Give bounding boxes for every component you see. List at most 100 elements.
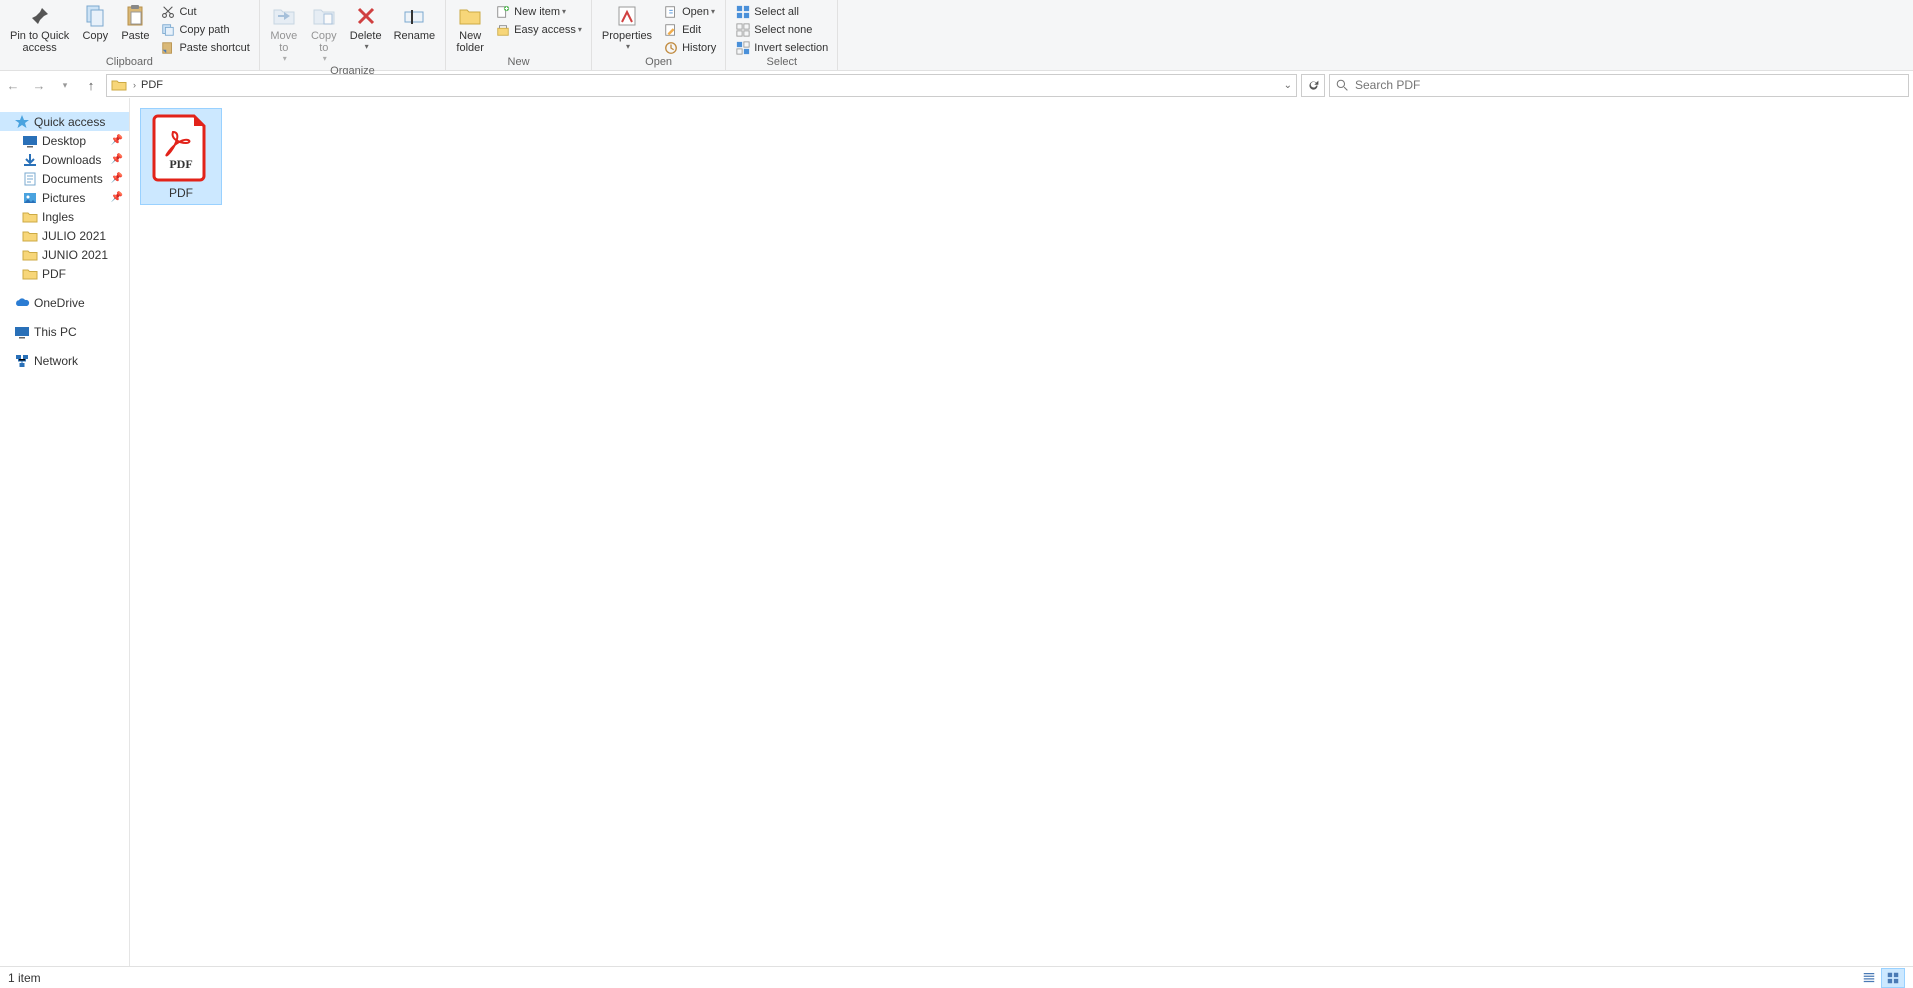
pin-icon: 📌 (111, 192, 123, 203)
chevron-down-icon: ▾ (283, 54, 287, 63)
scissors-icon (160, 4, 176, 20)
details-view-icon (1862, 971, 1876, 985)
folder-icon (22, 266, 38, 282)
properties-button[interactable]: Properties ▾ (596, 2, 658, 53)
address-row: ← → ▾ ↑ › PDF ⌄ (0, 72, 1913, 98)
pin-icon (28, 4, 52, 28)
quick-access-icon (14, 114, 30, 130)
pdf-file-icon: PDF (151, 113, 211, 183)
select-none-button[interactable]: Select none (730, 21, 833, 38)
large-icons-view-icon (1886, 971, 1900, 985)
ribbon-group-open: Properties ▾ Open ▾ Edit History Op (592, 0, 726, 70)
search-icon (1336, 79, 1349, 92)
view-large-icons-button[interactable] (1881, 968, 1905, 988)
sidebar-item-pictures[interactable]: Pictures 📌 (0, 188, 129, 207)
new-item-button[interactable]: New item ▾ (490, 3, 587, 20)
file-list[interactable]: PDF PDF (130, 98, 1913, 966)
sidebar-item-onedrive[interactable]: OneDrive (0, 293, 129, 312)
sidebar-item-junio[interactable]: JUNIO 2021 (0, 245, 129, 264)
move-to-button[interactable]: Moveto ▾ (264, 2, 304, 65)
main-area: Quick access Desktop 📌 Downloads 📌 Docum… (0, 98, 1913, 966)
sidebar-item-ingles[interactable]: Ingles (0, 207, 129, 226)
pin-to-quick-access-button[interactable]: Pin to Quickaccess (4, 2, 75, 56)
status-bar: 1 item (0, 966, 1913, 988)
breadcrumb-separator[interactable]: › (131, 80, 138, 90)
folder-icon (22, 228, 38, 244)
select-all-icon (735, 4, 751, 20)
copy-icon (83, 4, 107, 28)
open-button[interactable]: Open ▾ (658, 3, 721, 20)
chevron-down-icon: ▾ (323, 54, 327, 63)
sidebar-item-network[interactable]: Network (0, 351, 129, 370)
sidebar-item-downloads[interactable]: Downloads 📌 (0, 150, 129, 169)
file-item[interactable]: PDF PDF (140, 108, 222, 205)
downloads-icon (22, 152, 38, 168)
breadcrumb-history-dropdown[interactable]: ⌄ (1284, 80, 1292, 91)
breadcrumb-segment[interactable]: PDF (138, 79, 166, 91)
recent-locations-button[interactable]: ▾ (54, 74, 76, 96)
ribbon-group-label: Clipboard (4, 56, 255, 70)
sidebar-item-pdf[interactable]: PDF (0, 264, 129, 283)
refresh-button[interactable] (1301, 74, 1325, 97)
ribbon-group-new: Newfolder New item ▾ Easy access ▾ New (446, 0, 592, 70)
thispc-icon (14, 324, 30, 340)
folder-icon (22, 247, 38, 263)
svg-text:PDF: PDF (169, 157, 192, 171)
ribbon-group-organize: Moveto ▾ Copyto ▾ Delete ▾ Rename Organi… (260, 0, 446, 70)
new-folder-button[interactable]: Newfolder (450, 2, 490, 56)
chevron-down-icon: ▾ (711, 7, 715, 16)
paste-shortcut-icon (160, 40, 176, 56)
copy-path-button[interactable]: Copy path (155, 21, 254, 38)
chevron-down-icon: ▾ (365, 42, 369, 51)
sidebar-item-thispc[interactable]: This PC (0, 322, 129, 341)
pin-icon: 📌 (111, 154, 123, 165)
view-details-button[interactable] (1857, 968, 1881, 988)
up-button[interactable]: ↑ (80, 74, 102, 96)
select-all-button[interactable]: Select all (730, 3, 833, 20)
pin-icon: 📌 (111, 173, 123, 184)
rename-icon (402, 4, 426, 28)
paste-icon (123, 4, 147, 28)
chevron-down-icon: ▾ (626, 42, 630, 51)
ribbon-group-select: Select all Select none Invert selection … (726, 0, 838, 70)
ribbon-group-label: New (450, 56, 587, 70)
copy-to-icon (312, 4, 336, 28)
ribbon-group-label: Select (730, 56, 833, 70)
easy-access-button[interactable]: Easy access ▾ (490, 21, 587, 38)
forward-button[interactable]: → (28, 74, 50, 96)
file-label: PDF (169, 186, 193, 200)
copy-to-button[interactable]: Copyto ▾ (304, 2, 344, 65)
breadcrumb-bar[interactable]: › PDF ⌄ (106, 74, 1297, 97)
history-icon (663, 40, 679, 56)
move-to-icon (272, 4, 296, 28)
folder-icon (22, 209, 38, 225)
ribbon: Pin to Quickaccess Copy Paste Cut Copy p… (0, 0, 1913, 71)
refresh-icon (1307, 79, 1320, 92)
delete-button[interactable]: Delete ▾ (344, 2, 388, 53)
history-button[interactable]: History (658, 39, 721, 56)
copy-button[interactable]: Copy (75, 2, 115, 44)
search-box[interactable] (1329, 74, 1909, 97)
invert-selection-button[interactable]: Invert selection (730, 39, 833, 56)
open-icon (663, 4, 679, 20)
new-item-icon (495, 4, 511, 20)
sidebar-item-quick-access[interactable]: Quick access (0, 112, 129, 131)
delete-icon (354, 4, 378, 28)
navigation-pane: Quick access Desktop 📌 Downloads 📌 Docum… (0, 98, 130, 966)
invert-selection-icon (735, 40, 751, 56)
pin-icon: 📌 (111, 135, 123, 146)
search-input[interactable] (1355, 78, 1902, 92)
edit-button[interactable]: Edit (658, 21, 721, 38)
select-none-icon (735, 22, 751, 38)
cut-button[interactable]: Cut (155, 3, 254, 20)
copy-path-icon (160, 22, 176, 38)
network-icon (14, 353, 30, 369)
ribbon-group-clipboard: Pin to Quickaccess Copy Paste Cut Copy p… (0, 0, 260, 70)
sidebar-item-desktop[interactable]: Desktop 📌 (0, 131, 129, 150)
back-button[interactable]: ← (2, 74, 24, 96)
sidebar-item-documents[interactable]: Documents 📌 (0, 169, 129, 188)
rename-button[interactable]: Rename (388, 2, 442, 44)
paste-shortcut-button[interactable]: Paste shortcut (155, 39, 254, 56)
paste-button[interactable]: Paste (115, 2, 155, 44)
sidebar-item-julio[interactable]: JULIO 2021 (0, 226, 129, 245)
